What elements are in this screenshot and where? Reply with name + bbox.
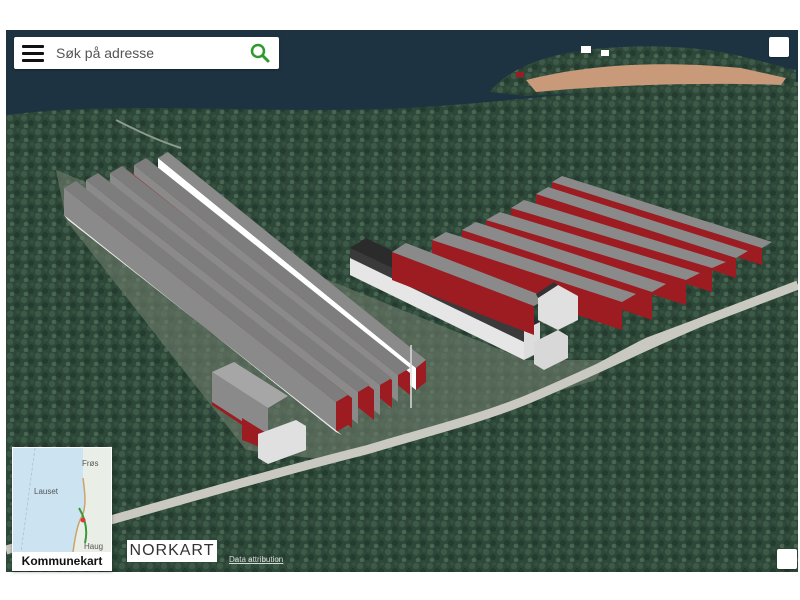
magnifier-icon[interactable]: [248, 41, 272, 65]
norkart-logo: NORKART: [127, 540, 217, 562]
minimap-place-label: Frøs: [82, 459, 99, 468]
island-house: [601, 50, 609, 56]
island-house: [581, 46, 591, 53]
island-house: [516, 72, 524, 77]
fullscreen-button[interactable]: [777, 549, 797, 569]
minimap-place-label: Haug: [84, 542, 104, 551]
logo-text: NORKART: [129, 542, 215, 559]
map-tool-button[interactable]: [769, 37, 789, 57]
minimap[interactable]: Frøs Lauset Haug Kommunekart: [12, 447, 112, 571]
map-3d-view: [6, 30, 798, 572]
search-input[interactable]: [56, 41, 241, 65]
map-viewport[interactable]: [6, 30, 798, 572]
minimap-place-label: Lauset: [34, 487, 59, 496]
minimap-label: Kommunekart: [21, 554, 103, 568]
attribution-link[interactable]: Data attribution: [229, 555, 283, 564]
search-box: [14, 37, 279, 69]
hamburger-menu-icon[interactable]: [20, 41, 48, 65]
